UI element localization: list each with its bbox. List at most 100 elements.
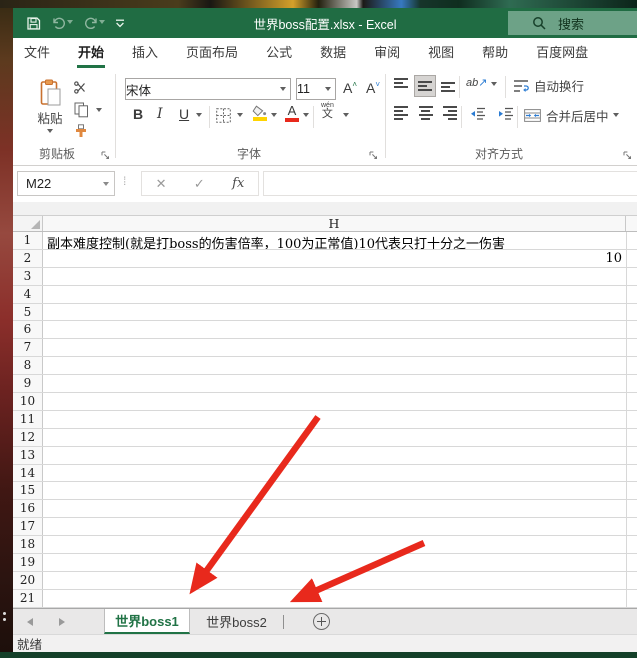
decrease-font-button[interactable]: A˅	[366, 80, 380, 96]
align-bottom-button[interactable]	[441, 78, 456, 92]
grid-row[interactable]: 12	[13, 429, 637, 447]
paste-button[interactable]: 粘贴	[30, 74, 70, 140]
grid-row[interactable]: 8	[13, 357, 637, 375]
increase-indent-button[interactable]	[498, 107, 514, 121]
grid-row[interactable]: 11	[13, 411, 637, 429]
row-cells[interactable]: 10	[43, 250, 637, 267]
row-header-13[interactable]: 13	[13, 447, 43, 464]
prev-sheet-arrow-icon[interactable]	[27, 618, 33, 626]
grid-row[interactable]: 10	[13, 393, 637, 411]
align-right-button[interactable]	[442, 106, 457, 121]
undo-button[interactable]	[51, 16, 73, 30]
confirm-entry-icon[interactable]: ✓	[194, 176, 205, 192]
row-header-12[interactable]: 12	[13, 429, 43, 446]
wrap-text-button[interactable]: 自动换行	[513, 76, 584, 95]
sheet-tab-worldboss2[interactable]: 世界boss2	[190, 609, 283, 634]
merge-center-button[interactable]: 合并后居中	[524, 106, 609, 125]
row-cells[interactable]	[43, 375, 637, 392]
font-size-combo[interactable]: 11	[296, 78, 336, 100]
align-left-button[interactable]	[394, 106, 409, 121]
row-cells[interactable]	[43, 339, 637, 356]
row-cells[interactable]	[43, 286, 637, 303]
decrease-indent-button[interactable]	[470, 107, 486, 121]
row-cells[interactable]	[43, 536, 637, 553]
italic-button[interactable]: I	[157, 106, 163, 122]
formula-bar-splitter[interactable]: ⁞	[123, 174, 126, 188]
format-painter-button[interactable]	[74, 124, 88, 138]
cell-H1[interactable]: 副本难度控制(就是打boss的伤害倍率，100为正常值)10代表只打十分之一伤害	[47, 233, 505, 249]
grid-row[interactable]: 20	[13, 572, 637, 590]
row-cells[interactable]: 副本难度控制(就是打boss的伤害倍率，100为正常值)10代表只打十分之一伤害…	[43, 232, 637, 249]
row-cells[interactable]	[43, 304, 637, 321]
grid-row[interactable]: 18	[13, 536, 637, 554]
underline-button[interactable]: U	[179, 106, 189, 122]
row-cells[interactable]	[43, 393, 637, 410]
cell-H2[interactable]: 10	[605, 251, 622, 266]
font-dialog-launcher-icon[interactable]	[369, 151, 378, 160]
grid-row[interactable]: 21	[13, 590, 637, 608]
sheet-tab-worldboss1[interactable]: 世界boss1	[104, 609, 190, 634]
row-header-21[interactable]: 21	[13, 590, 43, 607]
row-header-14[interactable]: 14	[13, 465, 43, 482]
row-cells[interactable]	[43, 321, 637, 338]
row-cells[interactable]	[43, 590, 637, 607]
row-header-2[interactable]: 2	[13, 250, 43, 267]
font-color-button[interactable]: A	[285, 103, 299, 122]
orientation-button[interactable]: ab↗	[466, 76, 487, 89]
align-top-button[interactable]	[394, 78, 409, 92]
grid-row[interactable]: 13	[13, 447, 637, 465]
row-header-19[interactable]: 19	[13, 554, 43, 571]
copy-button[interactable]	[74, 102, 89, 118]
increase-font-button[interactable]: A˄	[343, 80, 357, 96]
row-cells[interactable]	[43, 411, 637, 428]
grid-row[interactable]: 16	[13, 500, 637, 518]
clipboard-dialog-launcher-icon[interactable]	[101, 151, 110, 160]
row-cells[interactable]	[43, 429, 637, 446]
column-header-H[interactable]: H	[43, 216, 626, 231]
grid-row[interactable]: 7	[13, 339, 637, 357]
grid-row[interactable]: 4	[13, 286, 637, 304]
row-cells[interactable]	[43, 554, 637, 571]
search-box[interactable]: 搜索	[508, 11, 637, 35]
row-cells[interactable]	[43, 482, 637, 499]
row-header-20[interactable]: 20	[13, 572, 43, 589]
tab-view[interactable]: 视图	[427, 46, 455, 68]
tab-home[interactable]: 开始	[77, 46, 105, 68]
row-header-7[interactable]: 7	[13, 339, 43, 356]
grid-row[interactable]: 3	[13, 268, 637, 286]
row-header-15[interactable]: 15	[13, 482, 43, 499]
row-cells[interactable]	[43, 268, 637, 285]
redo-button[interactable]	[83, 16, 105, 30]
row-header-10[interactable]: 10	[13, 393, 43, 410]
next-sheet-arrow-icon[interactable]	[59, 618, 65, 626]
save-icon[interactable]	[26, 16, 41, 31]
align-center-button[interactable]	[418, 106, 433, 121]
row-header-4[interactable]: 4	[13, 286, 43, 303]
font-name-combo[interactable]: 宋体	[125, 78, 291, 100]
insert-function-icon[interactable]: fx	[232, 176, 244, 191]
row-header-3[interactable]: 3	[13, 268, 43, 285]
row-cells[interactable]	[43, 447, 637, 464]
borders-button[interactable]	[216, 108, 231, 123]
new-sheet-button[interactable]	[313, 613, 330, 630]
row-cells[interactable]	[43, 572, 637, 589]
row-header-17[interactable]: 17	[13, 518, 43, 535]
tab-baidu-netdisk[interactable]: 百度网盘	[535, 46, 589, 68]
grid-row[interactable]: 14	[13, 465, 637, 483]
row-header-1[interactable]: 1	[13, 232, 43, 249]
row-cells[interactable]	[43, 465, 637, 482]
tab-data[interactable]: 数据	[319, 46, 347, 68]
row-header-6[interactable]: 6	[13, 321, 43, 338]
tab-insert[interactable]: 插入	[131, 46, 159, 68]
select-all-corner[interactable]	[13, 216, 43, 231]
grid-row[interactable]: 2 10	[13, 250, 637, 268]
row-cells[interactable]	[43, 357, 637, 374]
tab-formulas[interactable]: 公式	[265, 46, 293, 68]
row-header-9[interactable]: 9	[13, 375, 43, 392]
tab-review[interactable]: 审阅	[373, 46, 401, 68]
bold-button[interactable]: B	[133, 106, 143, 122]
row-header-18[interactable]: 18	[13, 536, 43, 553]
grid-row[interactable]: 19	[13, 554, 637, 572]
alignment-dialog-launcher-icon[interactable]	[623, 151, 632, 160]
grid-row[interactable]: 15	[13, 482, 637, 500]
